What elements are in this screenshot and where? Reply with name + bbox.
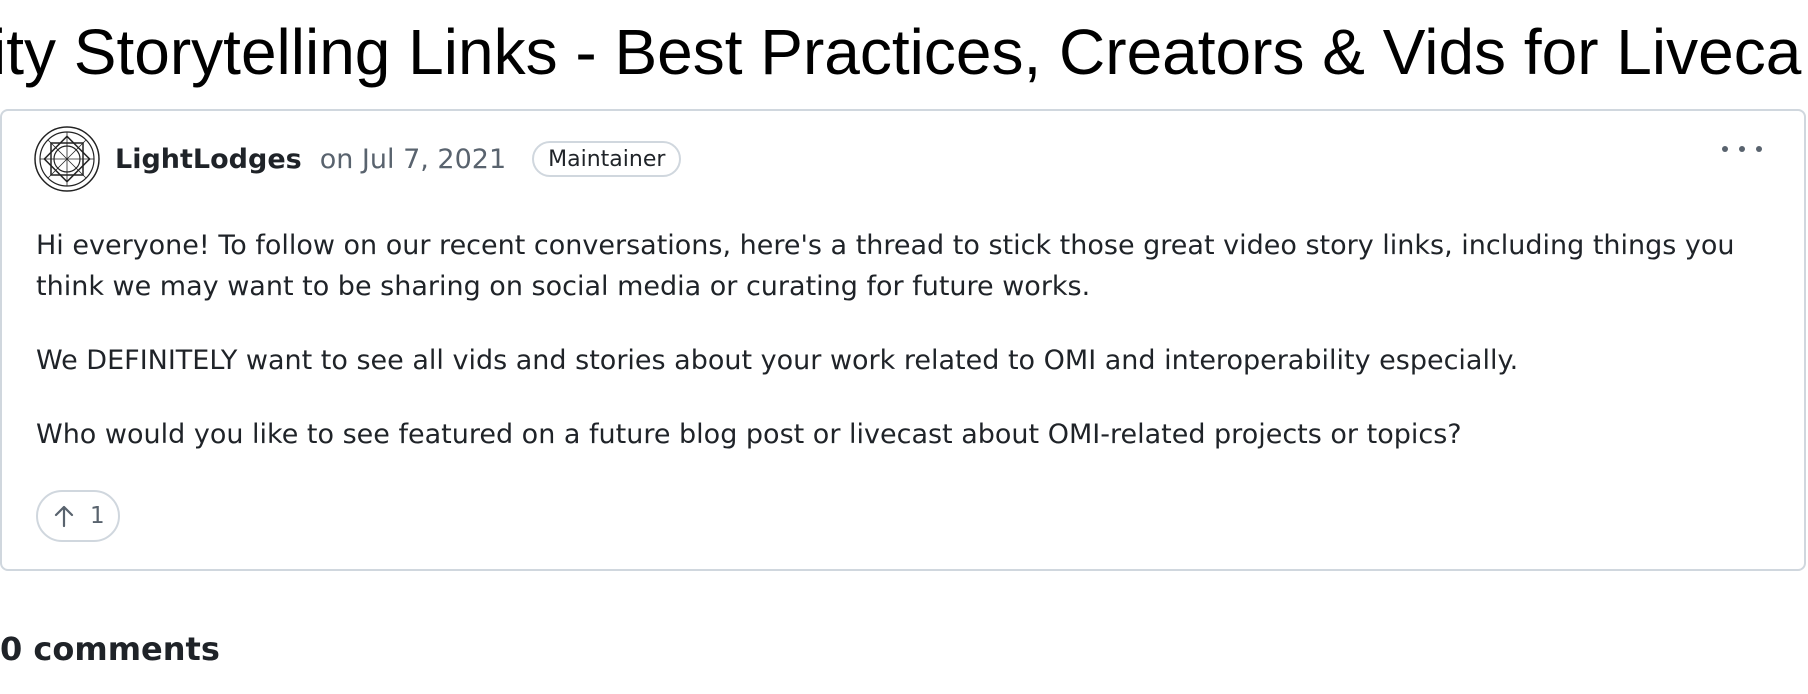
- comments-count: 0 comments: [0, 630, 220, 668]
- upvote-count: 1: [90, 503, 105, 529]
- geometric-logo-icon: [34, 126, 100, 192]
- post-header: LightLodges on Jul 7, 2021 Maintainer: [34, 126, 682, 192]
- arrow-up-icon: [54, 505, 74, 528]
- post-paragraph: We DEFINITELY want to see all vids and s…: [36, 345, 1519, 376]
- post-paragraph: Hi everyone! To follow on our recent con…: [36, 230, 1735, 302]
- kebab-horizontal-icon: [1722, 146, 1728, 152]
- discussion-post: LightLodges on Jul 7, 2021 Maintainer Hi…: [0, 109, 1806, 571]
- post-date[interactable]: on Jul 7, 2021: [320, 144, 506, 175]
- avatar[interactable]: [34, 126, 100, 192]
- author-name[interactable]: LightLodges: [115, 144, 302, 175]
- role-badge: Maintainer: [532, 141, 682, 177]
- page-title: ity Storytelling Links - Best Practices,…: [0, 16, 1802, 88]
- post-paragraph: Who would you like to see featured on a …: [36, 419, 1462, 450]
- upvote-button[interactable]: 1: [36, 490, 120, 542]
- more-options-button[interactable]: [1722, 139, 1762, 159]
- post-body: Hi everyone! To follow on our recent con…: [36, 225, 1776, 488]
